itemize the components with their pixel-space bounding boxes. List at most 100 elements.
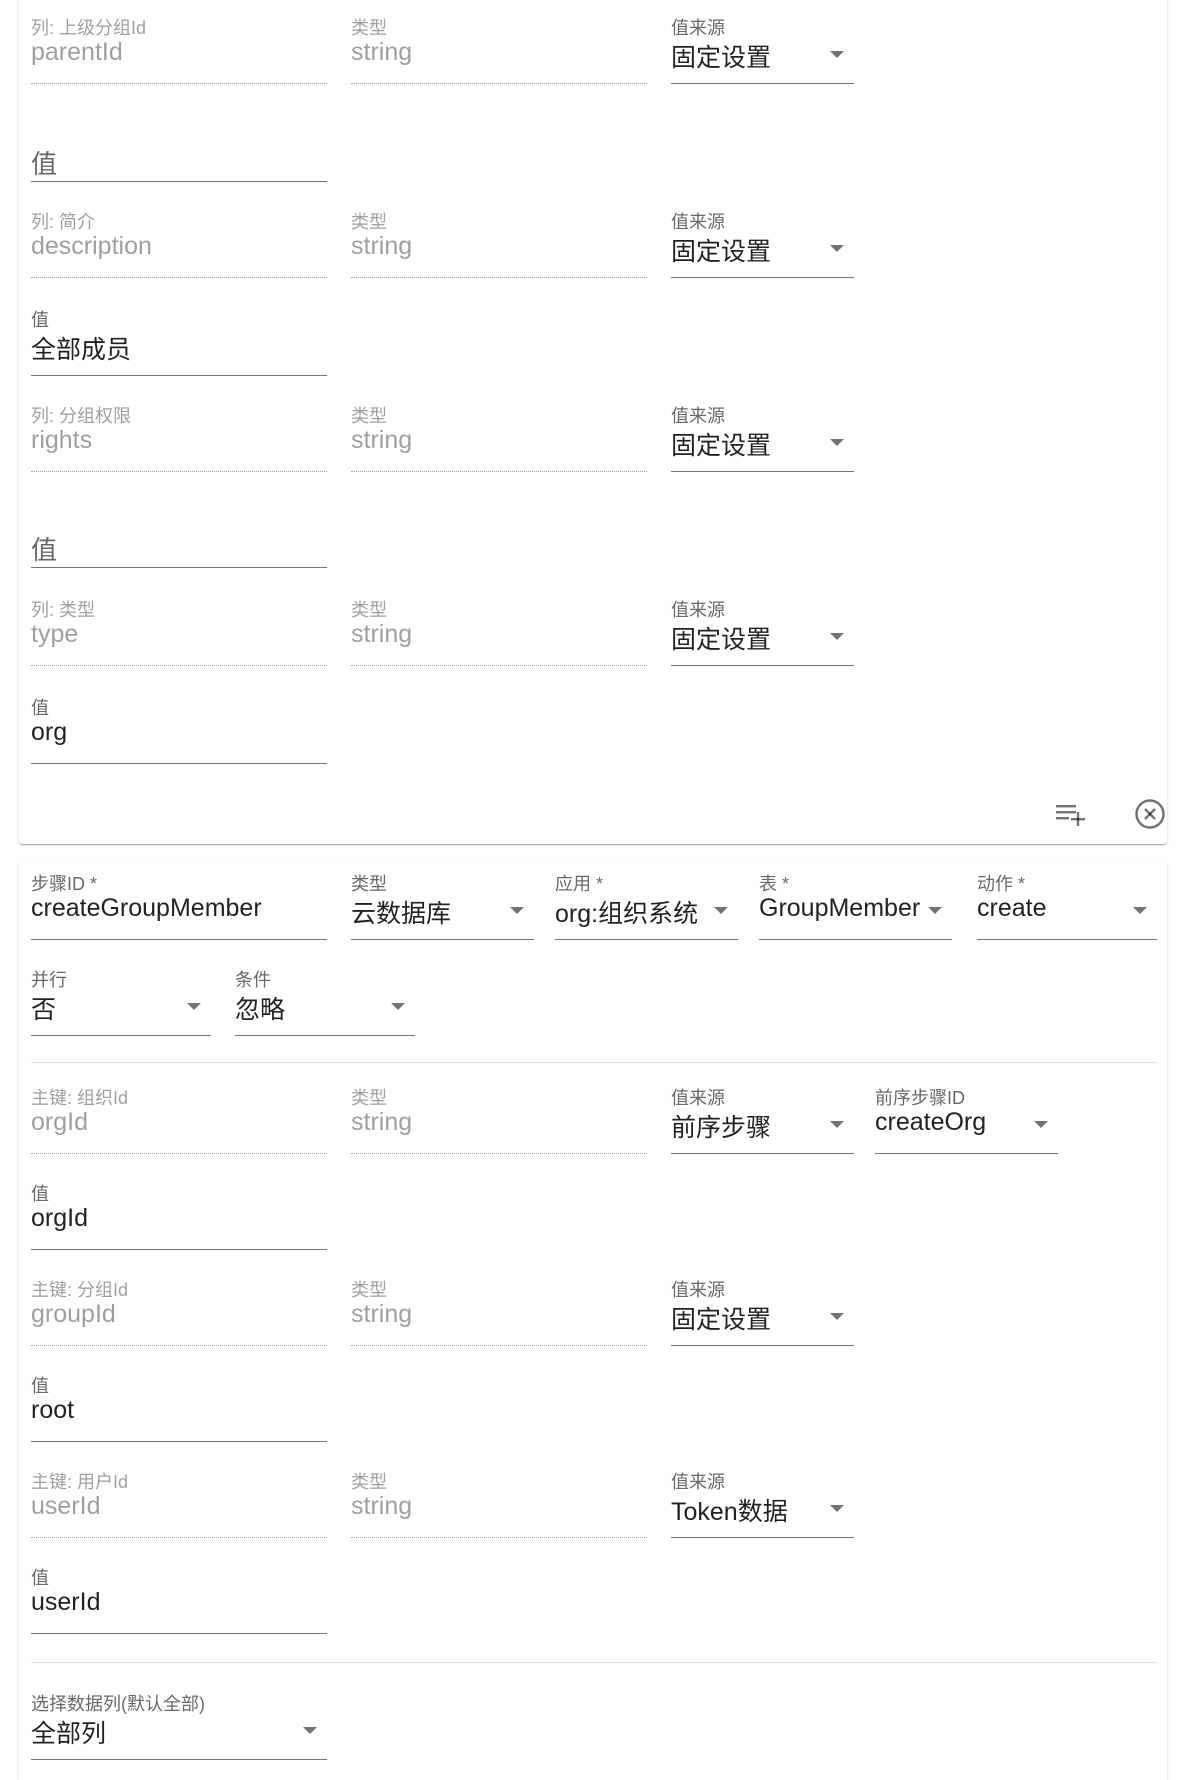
column-field: 列: 类型 type	[31, 596, 327, 666]
step-id-input[interactable]: 步骤ID * createGroupMember	[31, 870, 327, 940]
field-underline	[31, 83, 327, 84]
value-source-select[interactable]: 值来源 前序步骤	[671, 1084, 854, 1154]
field-underline	[31, 471, 327, 472]
app-select[interactable]: 应用 * org:组织系统	[555, 870, 738, 940]
column-field: 列: 分组权限 rights	[31, 402, 327, 472]
chevron-down-icon	[830, 633, 844, 640]
value-source-select[interactable]: 值来源 固定设置	[671, 14, 854, 84]
condition-select[interactable]: 条件 忽略	[235, 966, 415, 1036]
value-source-select[interactable]: 值来源 固定设置	[671, 402, 854, 472]
type-field: 类型 string	[351, 208, 647, 278]
field-label: 类型	[351, 406, 387, 426]
field-value: userId	[31, 1492, 101, 1520]
type-field: 类型 string	[351, 596, 647, 666]
field-label: 表 *	[759, 874, 790, 894]
key-column-field: 主键: 分组Id groupId	[31, 1276, 327, 1346]
field-value: org	[31, 718, 68, 746]
field-underline	[671, 83, 854, 84]
field-label: 主键: 用户Id	[31, 1472, 129, 1492]
field-underline	[31, 277, 327, 278]
field-underline	[31, 1153, 327, 1154]
field-underline	[31, 567, 327, 568]
field-value: 固定设置	[671, 238, 772, 266]
value-source-select[interactable]: 值来源 Token数据	[671, 1468, 854, 1538]
field-underline	[977, 939, 1157, 940]
value-input[interactable]: 值	[31, 510, 327, 568]
chevron-down-icon	[510, 907, 524, 914]
field-label: 列: 简介	[31, 212, 96, 232]
section-divider	[31, 1662, 1157, 1663]
table-select[interactable]: 表 * GroupMember	[759, 870, 952, 940]
field-underline	[31, 939, 327, 940]
field-label: 动作 *	[977, 874, 1026, 894]
add-row-button[interactable]	[1051, 794, 1091, 834]
fields-card: 列: 上级分组Id parentId 类型 string 值来源 固定设置 值 …	[19, 0, 1167, 844]
field-underline	[31, 181, 327, 182]
field-underline	[351, 83, 647, 84]
field-underline	[351, 939, 534, 940]
field-label: 列: 分组权限	[31, 406, 132, 426]
field-value: 忽略	[235, 996, 286, 1024]
field-value: 否	[31, 996, 57, 1024]
field-underline	[671, 471, 854, 472]
field-label: 主键: 组织Id	[31, 1088, 129, 1108]
field-label: 步骤ID *	[31, 874, 98, 894]
remove-step-button[interactable]	[1130, 794, 1170, 834]
field-underline	[351, 1345, 647, 1346]
field-value: createOrg	[875, 1108, 987, 1136]
chevron-down-icon	[830, 439, 844, 446]
field-value: orgId	[31, 1108, 88, 1136]
step-type-select[interactable]: 类型 云数据库	[351, 870, 534, 940]
field-value: 固定设置	[671, 432, 772, 460]
value-input[interactable]: 值 userId	[31, 1564, 327, 1634]
key-column-field: 主键: 用户Id userId	[31, 1468, 327, 1538]
value-source-select[interactable]: 值来源 固定设置	[671, 596, 854, 666]
field-underline	[351, 277, 647, 278]
field-underline	[31, 1759, 327, 1760]
field-label: 列: 上级分组Id	[31, 18, 147, 38]
chevron-down-icon	[303, 1727, 317, 1734]
field-label: 值	[31, 1568, 49, 1588]
value-input[interactable]: 值	[31, 124, 327, 182]
field-underline	[31, 1035, 211, 1036]
field-value: GroupMember	[759, 894, 921, 922]
field-value: string	[351, 1300, 413, 1328]
field-value: 全部成员	[31, 336, 132, 364]
value-input[interactable]: 值 全部成员	[31, 306, 327, 376]
column-field: 列: 简介 description	[31, 208, 327, 278]
field-label: 值来源	[671, 18, 725, 38]
field-value: 固定设置	[671, 626, 772, 654]
column-field: 列: 上级分组Id parentId	[31, 14, 327, 84]
field-label: 值来源	[671, 1280, 725, 1300]
value-input[interactable]: 值 orgId	[31, 1180, 327, 1250]
field-placeholder: 值	[31, 535, 58, 565]
field-value: string	[351, 232, 413, 260]
columns-select[interactable]: 选择数据列(默认全部) 全部列	[31, 1690, 327, 1760]
field-value: root	[31, 1396, 75, 1424]
field-underline	[31, 1345, 327, 1346]
field-label: 值	[31, 310, 49, 330]
field-value: parentId	[31, 38, 123, 66]
value-input[interactable]: 值 root	[31, 1372, 327, 1442]
field-underline	[31, 375, 327, 376]
chevron-down-icon	[928, 907, 942, 914]
prev-step-select[interactable]: 前序步骤ID createOrg	[875, 1084, 1058, 1154]
field-underline	[671, 1537, 854, 1538]
parallel-select[interactable]: 并行 否	[31, 966, 211, 1036]
chevron-down-icon	[830, 245, 844, 252]
field-value: string	[351, 1492, 413, 1520]
field-label: 列: 类型	[31, 600, 96, 620]
field-label: 值来源	[671, 212, 725, 232]
chevron-down-icon	[830, 1313, 844, 1320]
field-underline	[351, 665, 647, 666]
value-input[interactable]: 值 org	[31, 694, 327, 764]
chevron-down-icon	[187, 1003, 201, 1010]
field-underline	[555, 939, 738, 940]
action-select[interactable]: 动作 * create	[977, 870, 1157, 940]
field-value: rights	[31, 426, 93, 454]
field-value: groupId	[31, 1300, 116, 1328]
value-source-select[interactable]: 值来源 固定设置	[671, 1276, 854, 1346]
field-value: createGroupMember	[31, 894, 262, 922]
value-source-select[interactable]: 值来源 固定设置	[671, 208, 854, 278]
chevron-down-icon	[391, 1003, 405, 1010]
